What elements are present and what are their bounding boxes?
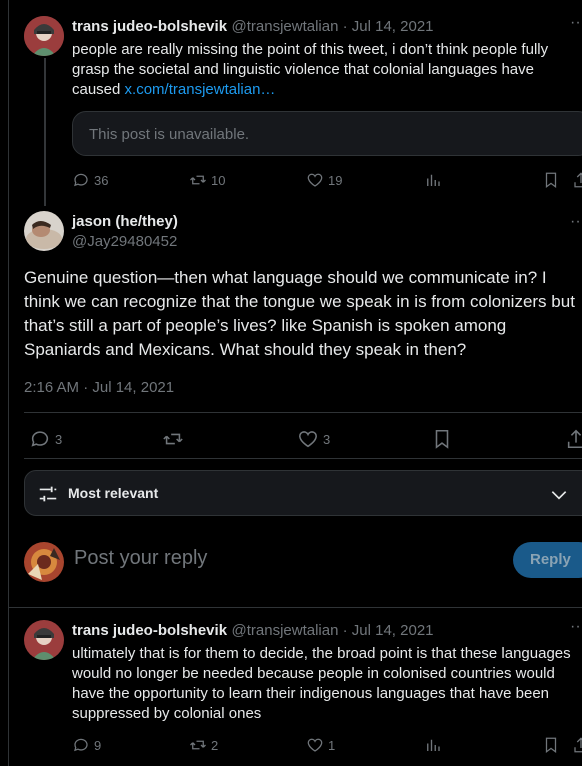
analytics-icon	[427, 739, 440, 751]
views-button[interactable]	[424, 736, 442, 754]
post-text: people are really missing the point of t…	[72, 41, 549, 98]
sort-label: Most relevant	[68, 485, 159, 501]
like-button[interactable]: 1	[306, 736, 335, 754]
repost-icon	[190, 175, 206, 185]
share-button[interactable]	[565, 428, 582, 450]
author-handle-date[interactable]: @transjewtalian · Jul 14, 2021	[232, 18, 434, 35]
author-handle-date[interactable]: @transjewtalian · Jul 14, 2021	[232, 622, 434, 639]
reply-submit-button[interactable]: Reply	[513, 542, 582, 578]
share-icon	[574, 737, 582, 753]
like-count: 1	[328, 737, 336, 753]
divider	[24, 458, 582, 459]
more-icon[interactable]: ··	[570, 213, 581, 231]
avatar[interactable]	[24, 16, 64, 56]
bookmark-button[interactable]	[542, 736, 560, 754]
heart-icon	[307, 173, 323, 187]
like-button[interactable]: 3	[297, 428, 330, 450]
bookmark-icon	[545, 737, 557, 754]
views-button[interactable]	[424, 171, 442, 189]
like-count: 19	[328, 172, 343, 188]
analytics-icon	[427, 174, 440, 186]
share-icon	[574, 172, 582, 188]
reply-count: 3	[55, 431, 63, 447]
thread-line	[44, 58, 46, 206]
bookmark-icon	[545, 172, 557, 189]
post-header: trans judeo-bolshevik @transjewtalian · …	[72, 18, 434, 36]
reply-icon	[31, 431, 49, 447]
chevron-down-icon	[551, 491, 567, 500]
repost-icon	[190, 740, 206, 750]
repost-button[interactable]	[162, 428, 184, 450]
timeline-border	[8, 0, 9, 766]
like-button[interactable]: 19	[306, 171, 342, 189]
quote-unavailable-text: This post is unavailable.	[89, 126, 250, 143]
reply-button[interactable]: 3	[29, 428, 62, 450]
post-link[interactable]: x.com/transjewtalian…	[125, 81, 276, 98]
author-name[interactable]: jason (he/they)	[72, 213, 178, 230]
repost-count: 10	[211, 172, 226, 188]
share-icon	[567, 429, 582, 449]
share-button[interactable]	[572, 736, 582, 754]
reply-composer-input[interactable]: Post your reply	[74, 547, 207, 570]
repost-count: 2	[211, 737, 219, 753]
sort-dropdown[interactable]: Most relevant	[24, 470, 582, 516]
post-header: trans judeo-bolshevik @transjewtalian · …	[72, 622, 434, 640]
bookmark-button[interactable]	[542, 171, 560, 189]
avatar[interactable]	[24, 211, 64, 251]
main-post-text: Genuine question—then what language shou…	[24, 268, 575, 359]
bookmark-button[interactable]	[431, 428, 453, 450]
reply-count: 9	[94, 737, 102, 753]
author-name[interactable]: trans judeo-bolshevik	[72, 622, 227, 639]
reply-button[interactable]: 36	[72, 171, 108, 189]
reply-count: 36	[94, 172, 109, 188]
reply-icon	[74, 738, 88, 752]
post-timestamp[interactable]: 2:16 AM · Jul 14, 2021	[24, 379, 174, 396]
sliders-icon	[39, 486, 57, 502]
reply-icon	[74, 173, 88, 187]
author-handle[interactable]: @Jay29480452	[72, 233, 177, 250]
author-name[interactable]: trans judeo-bolshevik	[72, 18, 227, 35]
like-count: 3	[323, 431, 331, 447]
reply-button[interactable]: 9	[72, 736, 101, 754]
more-icon[interactable]: ··	[570, 618, 581, 636]
repost-icon	[163, 433, 183, 445]
divider	[24, 412, 582, 413]
bookmark-icon	[435, 429, 449, 449]
divider	[8, 607, 582, 608]
avatar[interactable]	[24, 542, 64, 582]
quote-card: This post is unavailable.	[72, 111, 582, 156]
share-button[interactable]	[572, 171, 582, 189]
repost-button[interactable]: 2	[189, 736, 218, 754]
more-icon[interactable]: ··	[570, 14, 581, 32]
avatar[interactable]	[24, 620, 64, 660]
reply-text: ultimately that is for them to decide, t…	[72, 645, 571, 722]
heart-icon	[307, 738, 323, 752]
repost-button[interactable]: 10	[189, 171, 225, 189]
heart-icon	[299, 431, 317, 448]
